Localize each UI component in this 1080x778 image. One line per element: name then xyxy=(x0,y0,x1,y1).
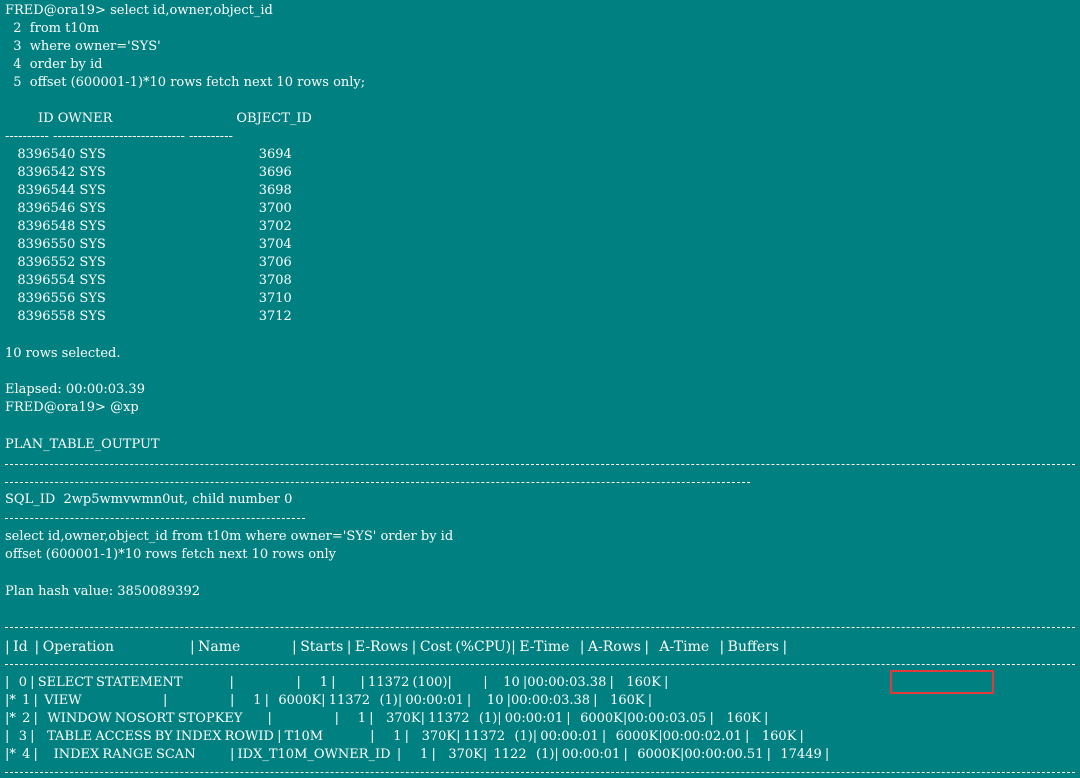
result-row: 8396558 SYS 3712 xyxy=(5,309,292,324)
sql-id-line: SQL_ID 2wp5wmvwmn0ut, child number 0 xyxy=(5,492,293,507)
sql-line: 4 order by id xyxy=(5,57,103,72)
plan-table-row: | 0 | SELECT STATEMENT | | 1 | | 11372 (… xyxy=(5,675,669,690)
result-row: 8396548 SYS 3702 xyxy=(5,219,292,234)
result-row: 8396542 SYS 3696 xyxy=(5,165,292,180)
rows-selected-text: 10 rows selected. xyxy=(5,346,121,361)
plan-table-row: | 3 | TABLE ACCESS BY INDEX ROWID | T10M… xyxy=(5,729,804,744)
result-row: 8396540 SYS 3694 xyxy=(5,147,292,162)
sql-line: 3 where owner='SYS' xyxy=(5,39,161,54)
result-separator: ---------- -----------------------------… xyxy=(5,129,233,144)
plan-table-row: |* 1 | VIEW | | 1 | 6000K| 11372 (1)| 00… xyxy=(5,693,653,708)
plan-table-row: |* 2 | WINDOW NOSORT STOPKEY | | 1 | 370… xyxy=(5,711,769,726)
terminal-window[interactable]: FRED@ora19> select id,owner,object_id 2 … xyxy=(0,0,1080,778)
sql-line: 2 from t10m xyxy=(5,21,100,36)
sql-prompt-line: FRED@ora19> select id,owner,object_id xyxy=(5,3,273,18)
plan-table-border-mid xyxy=(5,664,1075,665)
sql-id-underline xyxy=(5,518,305,519)
result-row: 8396552 SYS 3706 xyxy=(5,255,292,270)
plan-table-header: | Id | Operation | Name | Starts | E-Row… xyxy=(5,639,788,655)
plan-divider xyxy=(5,464,1075,465)
plan-table-title: PLAN_TABLE_OUTPUT xyxy=(5,437,160,452)
plan-table-border-bottom xyxy=(5,772,1075,773)
plan-table-row: |* 4 | INDEX RANGE SCAN | IDX_T10M_OWNER… xyxy=(5,747,830,762)
result-row: 8396544 SYS 3698 xyxy=(5,183,292,198)
plan-sql-text: offset (600001-1)*10 rows fetch next 10 … xyxy=(5,547,336,562)
plan-sql-text: select id,owner,object_id from t10m wher… xyxy=(5,529,454,544)
a-time-highlight-box xyxy=(890,670,994,694)
result-row: 8396554 SYS 3708 xyxy=(5,273,292,288)
result-row: 8396556 SYS 3710 xyxy=(5,291,292,306)
plan-divider xyxy=(5,482,750,483)
plan-table-border-top xyxy=(5,627,1075,628)
xp-prompt-line: FRED@ora19> @xp xyxy=(5,400,139,415)
result-row: 8396546 SYS 3700 xyxy=(5,201,292,216)
result-header: ID OWNER OBJECT_ID xyxy=(5,111,312,126)
elapsed-text: Elapsed: 00:00:03.39 xyxy=(5,382,145,397)
sql-line: 5 offset (600001-1)*10 rows fetch next 1… xyxy=(5,75,366,90)
result-row: 8396550 SYS 3704 xyxy=(5,237,292,252)
plan-hash-line: Plan hash value: 3850089392 xyxy=(5,584,200,599)
